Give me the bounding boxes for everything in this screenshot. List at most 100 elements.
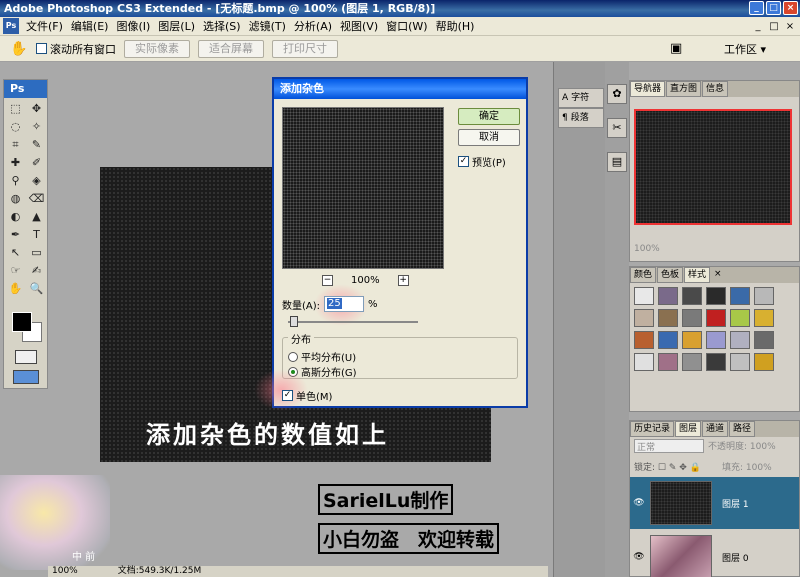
shape-tool-icon[interactable]: ▭ — [27, 244, 46, 261]
fill-value[interactable]: 100% — [746, 463, 772, 473]
tab-swatches[interactable]: 色板 — [657, 267, 684, 283]
doc-minimize-button[interactable]: _ — [752, 21, 764, 32]
tab-layers[interactable]: 图层 — [675, 421, 702, 437]
menu-window[interactable]: 窗口(W) — [382, 18, 431, 34]
menu-filter[interactable]: 滤镜(T) — [245, 18, 290, 34]
style-swatch[interactable] — [658, 353, 678, 371]
blur-tool-icon[interactable]: ▲ — [27, 208, 46, 225]
tab-history[interactable]: 历史记录 — [630, 421, 675, 437]
preview-checkbox[interactable]: ✓ — [458, 156, 469, 167]
bridge-icon[interactable]: ▣ — [670, 41, 690, 57]
tab-info[interactable]: 信息 — [702, 81, 729, 97]
style-swatch[interactable] — [634, 353, 654, 371]
gradient-tool-icon[interactable]: ⌫ — [27, 190, 46, 207]
brush-tool-icon[interactable]: ✐ — [27, 154, 46, 171]
style-swatch[interactable] — [682, 331, 702, 349]
visibility-eye-icon[interactable]: 👁 — [630, 498, 648, 508]
hand-tool-panel-icon[interactable]: ✋ — [6, 280, 25, 297]
style-swatch[interactable] — [706, 353, 726, 371]
style-swatch[interactable] — [634, 287, 654, 305]
style-swatch[interactable] — [754, 331, 774, 349]
menu-analysis[interactable]: 分析(A) — [290, 18, 336, 34]
eyedropper-tool-icon[interactable]: ✍ — [27, 262, 46, 279]
amount-slider-track[interactable] — [288, 321, 418, 323]
menu-image[interactable]: 图像(I) — [112, 18, 154, 34]
character-panel-button[interactable]: A 字符 — [558, 88, 604, 108]
menu-layer[interactable]: 图层(L) — [154, 18, 199, 34]
visibility-eye-icon[interactable]: 👁 — [630, 552, 648, 562]
close-icon[interactable]: × — [711, 267, 725, 283]
style-swatch[interactable] — [706, 309, 726, 327]
layer-row-1[interactable]: 👁 图层 1 — [630, 477, 799, 529]
monochrome-option[interactable]: ✓ 单色(M) — [282, 388, 332, 403]
hand-tool-icon[interactable]: ✋ — [8, 39, 30, 59]
style-swatch[interactable] — [754, 353, 774, 371]
amount-slider-thumb[interactable] — [290, 316, 298, 327]
layer-comps-icon[interactable]: ▤ — [607, 152, 627, 172]
style-swatch[interactable] — [658, 287, 678, 305]
scroll-all-checkbox[interactable] — [36, 43, 47, 54]
style-swatch[interactable] — [682, 309, 702, 327]
lasso-tool-icon[interactable]: ◌ — [6, 118, 25, 135]
clone-stamp-tool-icon[interactable]: ⚲ — [6, 172, 25, 189]
scroll-all-windows-option[interactable]: 滚动所有窗口 — [36, 41, 116, 57]
gaussian-option[interactable]: 高斯分布(G) — [288, 364, 357, 379]
cancel-button[interactable]: 取消 — [458, 129, 520, 146]
zoom-tool-icon[interactable]: 🔍 — [27, 280, 46, 297]
tool-presets-icon[interactable]: ✂ — [607, 118, 627, 138]
move-tool-icon[interactable]: ✥ — [27, 100, 46, 117]
style-swatch[interactable] — [658, 309, 678, 327]
opacity-control[interactable]: 不透明度: 100% — [708, 439, 776, 452]
menu-view[interactable]: 视图(V) — [336, 18, 382, 34]
menu-edit[interactable]: 编辑(E) — [67, 18, 113, 34]
style-swatch[interactable] — [658, 331, 678, 349]
quick-mask-icon[interactable] — [15, 350, 37, 364]
layer-row-0[interactable]: 👁 图层 0 — [630, 531, 799, 577]
navigator-thumbnail[interactable] — [634, 109, 792, 225]
style-swatch[interactable] — [754, 287, 774, 305]
fill-control[interactable]: 填充: 100% — [722, 460, 772, 473]
screen-mode-icon[interactable] — [13, 370, 39, 384]
filter-preview[interactable] — [282, 107, 444, 269]
style-swatch[interactable] — [682, 287, 702, 305]
style-swatch[interactable] — [730, 287, 750, 305]
tab-channels[interactable]: 通道 — [702, 421, 729, 437]
blend-mode-select[interactable]: 正常 — [634, 439, 704, 453]
magic-wand-tool-icon[interactable]: ✧ — [27, 118, 46, 135]
dodge-tool-icon[interactable]: ◐ — [6, 208, 25, 225]
ok-button[interactable]: 确定 — [458, 108, 520, 125]
style-swatch[interactable] — [754, 309, 774, 327]
notes-tool-icon[interactable]: ☞ — [6, 262, 25, 279]
preview-option[interactable]: ✓ 预览(P) — [458, 154, 506, 169]
opacity-value[interactable]: 100% — [750, 442, 776, 452]
marquee-tool-icon[interactable]: ⬚ — [6, 100, 25, 117]
close-button[interactable]: × — [783, 1, 798, 15]
status-zoom[interactable]: 100% — [52, 566, 78, 577]
print-size-button[interactable]: 打印尺寸 — [272, 39, 338, 58]
foreground-color-swatch[interactable] — [12, 312, 32, 332]
tab-histogram[interactable]: 直方图 — [666, 81, 702, 97]
path-selection-tool-icon[interactable]: ↖ — [6, 244, 25, 261]
amount-input[interactable]: 25 — [324, 296, 365, 312]
style-swatch[interactable] — [706, 287, 726, 305]
style-swatch[interactable] — [730, 353, 750, 371]
minimize-button[interactable]: _ — [749, 1, 764, 15]
history-brush-tool-icon[interactable]: ◈ — [27, 172, 46, 189]
brushes-icon[interactable]: ✿ — [607, 84, 627, 104]
navigator-zoom[interactable]: 100% — [634, 244, 660, 254]
gaussian-radio[interactable] — [288, 366, 298, 377]
monochrome-checkbox[interactable]: ✓ — [282, 390, 293, 401]
uniform-radio[interactable] — [288, 351, 298, 362]
menu-select[interactable]: 选择(S) — [199, 18, 245, 34]
zoom-out-button[interactable]: − — [322, 275, 333, 286]
zoom-in-button[interactable]: + — [397, 275, 409, 286]
workspace-menu[interactable]: 工作区 ▾ — [724, 36, 766, 62]
style-swatch[interactable] — [730, 331, 750, 349]
menu-help[interactable]: 帮助(H) — [432, 18, 479, 34]
style-swatch[interactable] — [706, 331, 726, 349]
style-swatch[interactable] — [682, 353, 702, 371]
tab-color[interactable]: 颜色 — [630, 267, 657, 283]
style-swatch[interactable] — [730, 309, 750, 327]
tab-navigator[interactable]: 导航器 — [630, 81, 666, 97]
crop-tool-icon[interactable]: ⌗ — [6, 136, 25, 153]
